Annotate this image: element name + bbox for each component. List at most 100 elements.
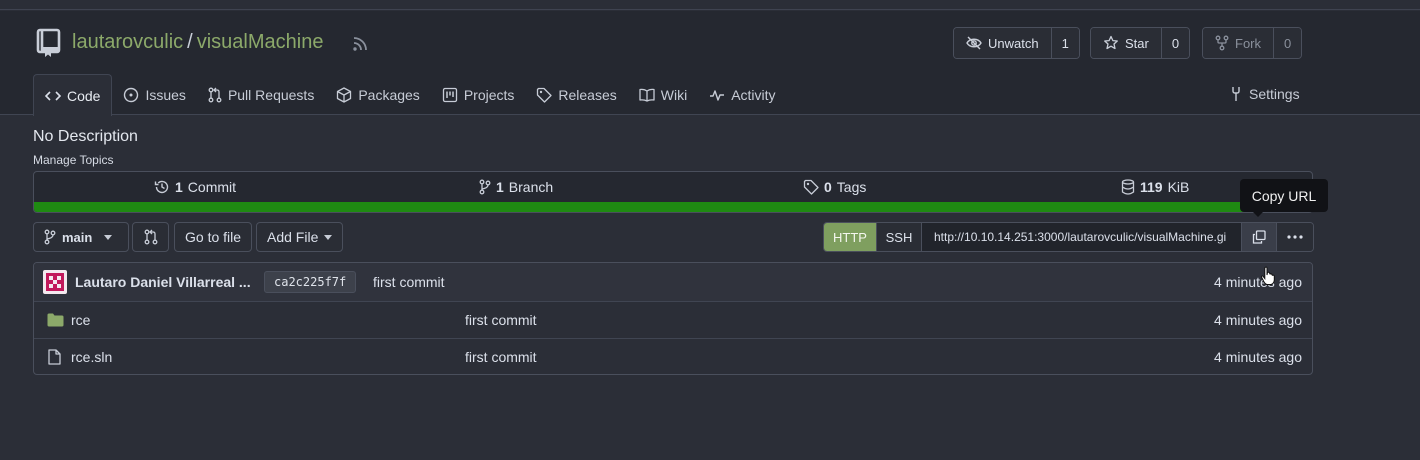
avatar[interactable] [43,263,67,301]
tools-icon [1229,86,1243,102]
file-commit-message[interactable]: first commit [465,302,537,338]
fork-button-group: Fork 0 [1202,27,1303,59]
fork-label: Fork [1235,35,1261,51]
branch-name: main [62,229,93,245]
branches-stat[interactable]: 1 Branch [479,179,553,195]
commits-stat[interactable]: 1 Commit [154,179,236,195]
branch-selector[interactable]: main [33,222,129,252]
tab-activity[interactable]: Activity [698,74,786,116]
tab-code-label: Code [67,87,101,104]
more-options-button[interactable] [1276,223,1313,251]
repo-icon [35,28,63,58]
go-to-file-button[interactable]: Go to file [174,222,253,252]
ssh-clone-button[interactable]: SSH [876,223,921,251]
commits-count: 1 [175,179,183,195]
tab-pull-requests-label: Pull Requests [227,87,315,103]
clone-url-group: HTTP SSH http://10.10.14.251:3000/lautar… [823,222,1314,252]
pull-request-icon [208,87,222,103]
hand-cursor-icon [1260,266,1276,286]
folder-icon [47,302,64,338]
branches-count: 1 [496,179,504,195]
unwatch-button[interactable]: Unwatch [954,28,1051,58]
copy-url-tooltip: Copy URL [1240,179,1328,212]
tab-wiki-label: Wiki [660,87,688,103]
tab-packages[interactable]: Packages [325,74,430,116]
commit-author[interactable]: Lautaro Daniel Villarreal ... [75,263,251,301]
unwatch-label: Unwatch [988,35,1039,51]
star-count[interactable]: 0 [1160,28,1190,58]
repo-stats-bar: 1 Commit 1 Branch 0 Tags 119 KiB [33,171,1313,213]
size-label: KiB [1167,179,1190,195]
table-row[interactable]: rce.sln first commit 4 minutes ago [34,338,1312,374]
project-icon [442,87,458,103]
star-icon [1103,35,1119,51]
file-name[interactable]: rce [71,302,90,338]
copy-icon [1252,230,1266,244]
file-time: 4 minutes ago [1214,349,1302,365]
tags-count: 0 [824,179,832,195]
tag-icon [803,179,819,195]
file-commit-message[interactable]: first commit [465,339,537,374]
commit-message[interactable]: first commit [373,263,445,301]
file-name[interactable]: rce.sln [71,339,112,374]
tab-pull-requests[interactable]: Pull Requests [197,74,325,116]
tags-stat[interactable]: 0 Tags [803,179,866,195]
commit-sha[interactable]: ca2c225f7f [264,271,357,293]
branch-icon [479,179,491,195]
repo-tabs: Code Issues Pull Requests Packages Proje… [33,74,787,116]
tab-activity-label: Activity [731,87,776,103]
file-table: Lautaro Daniel Villarreal ... ca2c225f7f… [33,262,1313,375]
http-clone-button[interactable]: HTTP [824,223,876,251]
table-row[interactable]: rce first commit 4 minutes ago [34,301,1312,338]
watch-button-group: Unwatch 1 [953,27,1080,59]
kebab-icon [1287,235,1303,239]
star-button-group: Star 0 [1090,27,1191,59]
repo-description: No Description [33,128,138,145]
star-button[interactable]: Star [1091,28,1161,58]
tab-releases[interactable]: Releases [525,74,627,116]
pulse-icon [709,88,725,102]
tab-settings[interactable]: Settings [1229,86,1300,102]
repo-name-link[interactable]: visualMachine [197,31,324,54]
chevron-down-icon [324,234,333,240]
rss-icon[interactable] [352,36,368,52]
fork-icon [1215,35,1229,51]
add-file-button[interactable]: Add File [256,222,344,252]
database-icon [1121,179,1135,195]
size-stat: 119 KiB [1121,179,1189,195]
book-icon [639,88,655,102]
package-icon [336,87,352,103]
compare-button[interactable] [132,222,169,252]
pull-request-icon [144,229,158,245]
manage-topics-link[interactable]: Manage Topics [33,153,114,167]
size-count: 119 [1140,179,1163,195]
file-icon [48,339,61,374]
watch-count[interactable]: 1 [1050,28,1079,58]
issue-icon [123,87,139,103]
tab-wiki[interactable]: Wiki [628,74,698,116]
commit-sha-cell: ca2c225f7f [264,263,357,301]
commit-time: 4 minutes ago [1214,274,1302,290]
repo-owner-link[interactable]: lautarovculic [72,31,183,54]
tab-issues[interactable]: Issues [112,74,196,116]
branch-icon [44,229,56,245]
clone-url-input[interactable]: http://10.10.14.251:3000/lautarovculic/v… [921,223,1241,251]
copy-url-button[interactable] [1241,223,1276,251]
repo-separator: / [187,31,193,53]
fork-count[interactable]: 0 [1273,28,1302,58]
language-bar[interactable] [34,202,1312,212]
tooltip-arrow [1252,211,1264,217]
tags-label: Tags [836,179,867,195]
chevron-down-icon [104,234,113,240]
top-divider [0,0,1420,10]
tag-icon [536,87,553,103]
tab-code[interactable]: Code [33,74,113,116]
history-icon [154,179,170,195]
tab-releases-label: Releases [558,87,617,103]
latest-commit-row: Lautaro Daniel Villarreal ... ca2c225f7f… [34,263,1312,301]
eye-slash-icon [966,36,982,50]
fork-button[interactable]: Fork [1203,28,1273,58]
tab-projects-label: Projects [463,87,515,103]
tab-projects[interactable]: Projects [431,74,526,116]
file-time: 4 minutes ago [1214,312,1302,328]
